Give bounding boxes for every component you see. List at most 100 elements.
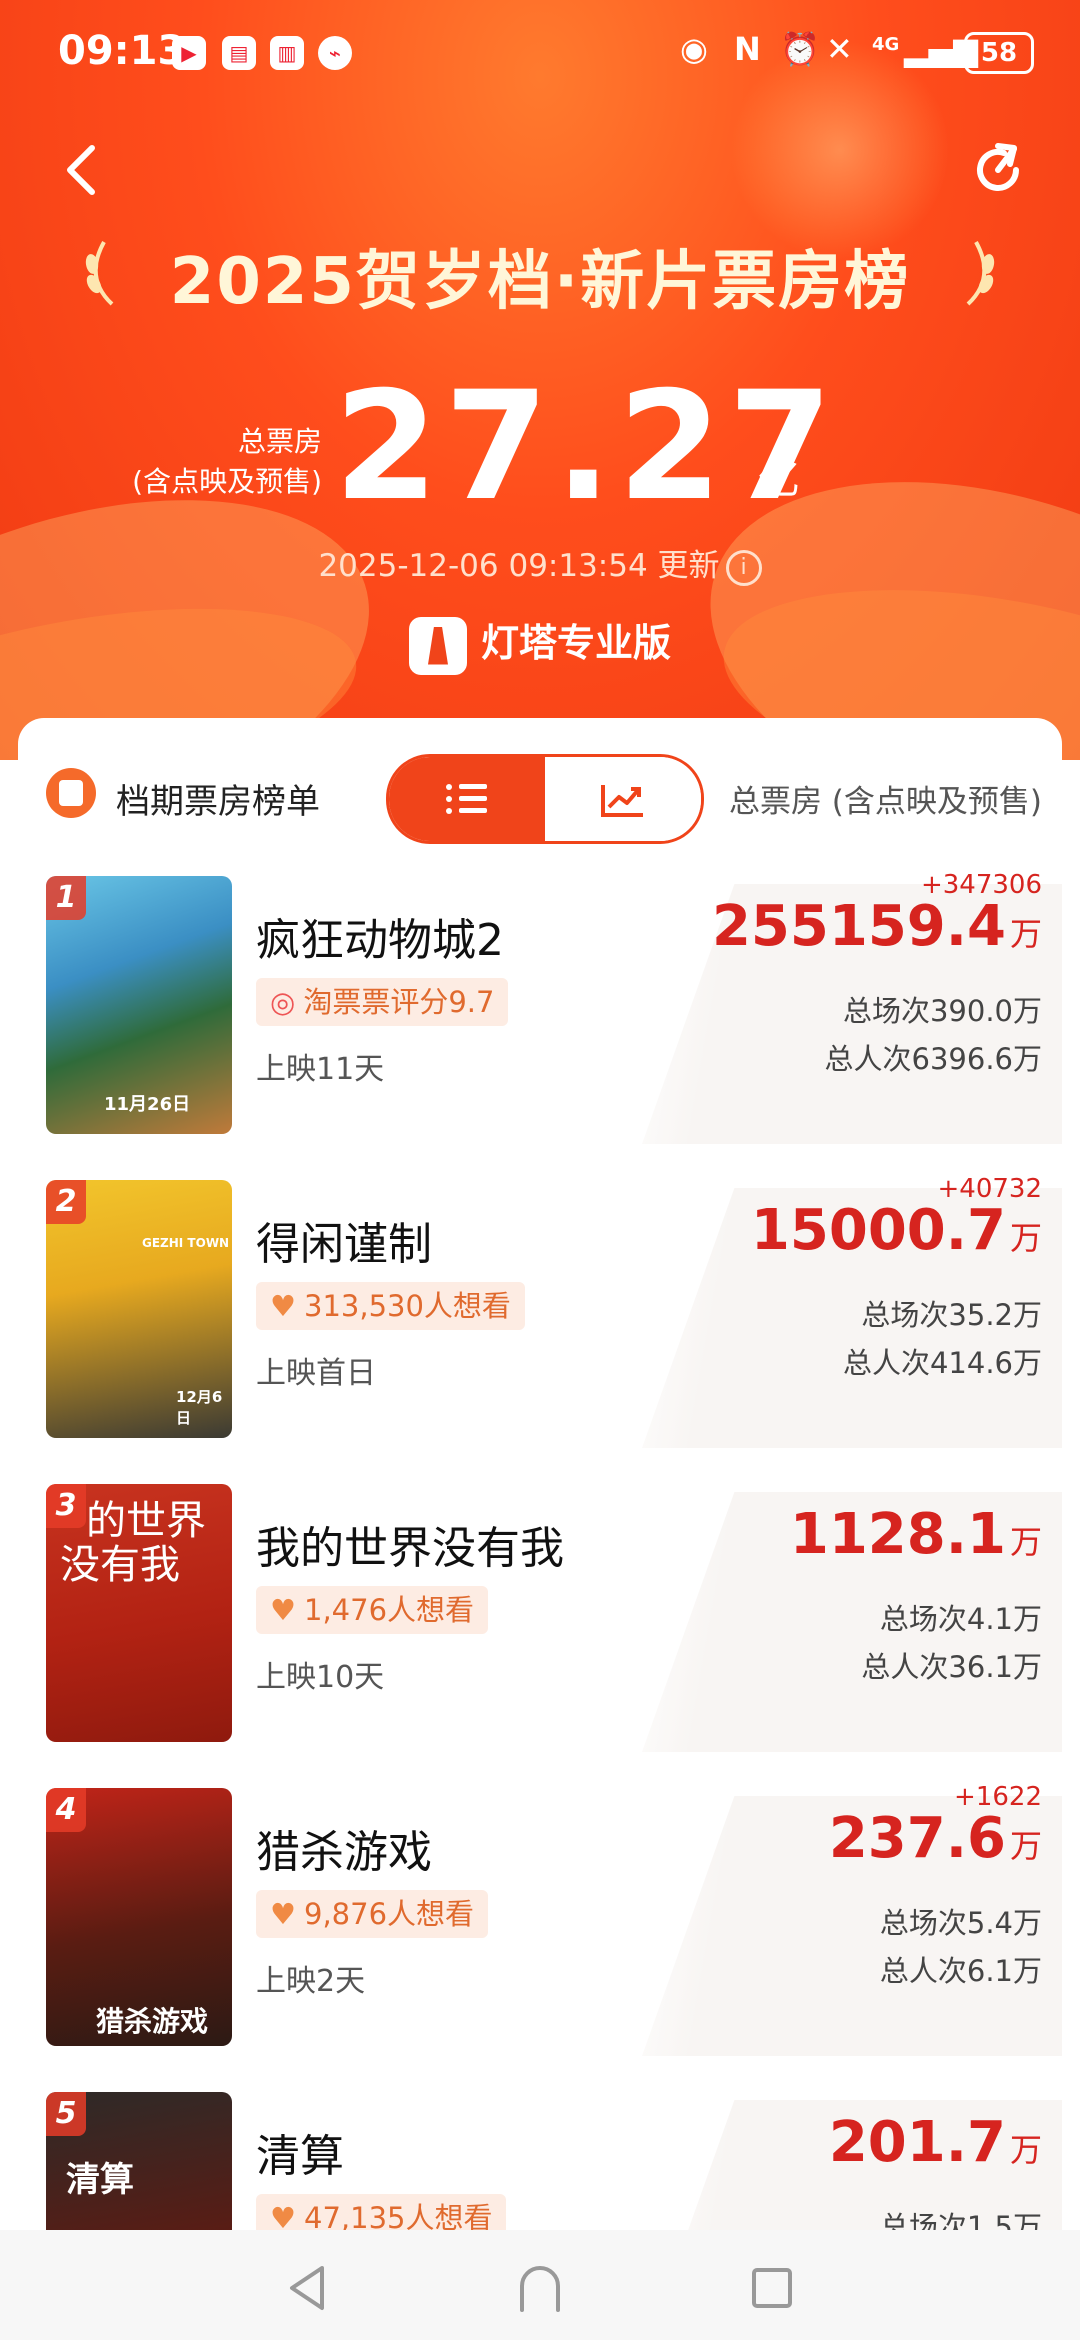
rank-badge: 4	[46, 1788, 86, 1832]
box-unit: 万	[1009, 915, 1042, 953]
trend-chart-icon	[601, 785, 643, 817]
box-unit: 万	[1009, 2131, 1042, 2169]
alarm-icon: ⏰	[780, 30, 820, 68]
total-label-main: 总票房	[237, 425, 322, 458]
movie-row[interactable]: 4 猎杀游戏 猎杀游戏 ♥ 9,876人想看 上映2天 +1622 237.6 万 …	[18, 1776, 1062, 2076]
total-label-sub: (含点映及预售)	[132, 465, 322, 498]
release-days: 上映11天	[256, 1052, 385, 1087]
update-time-row: 2025-12-06 09:13:54 更新 i	[0, 540, 1080, 586]
total-admissions: 总人次6396.6万	[824, 1042, 1042, 1076]
eye-icon: ◉	[680, 30, 708, 68]
movie-poster[interactable]: 4 猎杀游戏	[46, 1788, 232, 2046]
ranking-card: 档期票房榜单 总票房 (含点映及预售) 1 11月26日 疯狂动物城2 ◎ 淘票…	[18, 718, 1062, 2238]
box-office-value: 255159.4 万	[712, 894, 1042, 959]
box-office-value: 237.6 万	[829, 1806, 1042, 1871]
brand-name: 灯塔专业版	[480, 621, 671, 665]
want-to-see-count: 313,530人想看	[304, 1289, 511, 1323]
movie-row[interactable]: 2 GEZHI TOWN 12月6日 得闲谨制 ♥ 313,530人想看 上映首日…	[18, 1168, 1062, 1468]
movie-poster[interactable]: 5 清算	[46, 2092, 232, 2238]
total-label: 总票房 (含点映及预售)	[130, 422, 322, 502]
box-number: 1128.1	[789, 1502, 1006, 1567]
share-icon[interactable]	[968, 140, 1028, 200]
total-shows: 总场次4.1万	[879, 1602, 1042, 1636]
heart-icon: ♥	[270, 1289, 296, 1323]
page-title: 2025贺岁档·新片票房榜	[169, 245, 911, 319]
nav-recents-icon[interactable]	[742, 2258, 802, 2318]
want-to-see-count: 9,876人想看	[304, 1897, 475, 1931]
rank-badge: 1	[46, 876, 86, 920]
chart-view-button[interactable]	[545, 757, 701, 841]
network-label: 4G	[872, 34, 900, 55]
movie-title: 猎杀游戏	[256, 1827, 432, 1878]
lighthouse-logo-icon	[408, 616, 467, 675]
poster-title: 没有我	[60, 1542, 180, 1588]
want-to-see-tag: ♥ 9,876人想看	[256, 1890, 489, 1938]
film-icon	[46, 768, 96, 818]
heart-icon: ♥	[270, 1593, 296, 1627]
total-shows: 总场次390.0万	[842, 994, 1042, 1028]
poster-date: 12月6日	[176, 1388, 223, 1427]
box-unit: 万	[1009, 1827, 1042, 1865]
total-unit: 亿	[758, 455, 801, 504]
update-time: 2025-12-06 09:13:54 更新	[318, 548, 720, 584]
release-days: 上映10天	[256, 1660, 385, 1695]
total-shows: 总场次35.2万	[861, 1298, 1042, 1332]
movie-row[interactable]: 1 11月26日 疯狂动物城2 ◎ 淘票票评分9.7 上映11天 +347306 …	[18, 864, 1062, 1164]
rating-tag: ◎ 淘票票评分9.7	[256, 978, 509, 1026]
poster-title: 猎杀游戏	[96, 2005, 209, 2038]
want-to-see-tag: ♥ 313,530人想看	[256, 1282, 525, 1330]
nav-home-icon[interactable]	[510, 2258, 570, 2318]
box-number: 201.7	[828, 2110, 1006, 2175]
movie-title: 得闲谨制	[256, 1219, 432, 1270]
status-time: 09:13	[58, 28, 186, 74]
rating-text: 淘票票评分9.7	[303, 985, 495, 1019]
box-office-value: 201.7 万	[829, 2110, 1042, 2175]
poster-title: GEZHI TOWN	[142, 1236, 230, 1250]
movie-title: 清算	[256, 2131, 344, 2182]
movie-poster[interactable]: 2 GEZHI TOWN 12月6日	[46, 1180, 232, 1438]
app-notification-icon: ⌁	[318, 36, 352, 70]
movie-poster[interactable]: 1 11月26日	[46, 876, 232, 1134]
book-notification-icon: ▤	[222, 36, 256, 70]
box-number: 15000.7	[750, 1198, 1006, 1263]
info-icon[interactable]: i	[725, 549, 762, 586]
view-toggle	[386, 754, 704, 844]
movie-poster[interactable]: 3 的世界 没有我	[46, 1484, 232, 1742]
nav-back-icon[interactable]	[278, 2258, 338, 2318]
box-office-value: 1128.1 万	[790, 1502, 1042, 1567]
total-box-office: 总票房 (含点映及预售) 27.27 亿	[0, 360, 1080, 534]
total-admissions: 总人次36.1万	[861, 1650, 1042, 1684]
nfc-icon: N	[734, 30, 761, 68]
laurel-right-icon	[966, 241, 995, 306]
box-number: 237.6	[828, 1806, 1006, 1871]
column-label: 总票房 (含点映及预售)	[728, 784, 1042, 820]
movie-title: 疯狂动物城2	[256, 915, 504, 966]
list-icon	[446, 784, 487, 814]
list-title: 档期票房榜单	[116, 782, 320, 822]
box-unit: 万	[1009, 1219, 1042, 1257]
release-days: 上映首日	[256, 1356, 376, 1391]
list-view-button[interactable]	[389, 757, 545, 841]
battery-indicator: 58	[964, 32, 1034, 74]
system-nav-bar	[0, 2230, 1080, 2340]
box-office-value: 15000.7 万	[751, 1198, 1042, 1263]
book-notification-icon: ▥	[270, 36, 304, 70]
movie-row[interactable]: 5 清算 清算 ♥ 47,135人想看 201.7 万 总场次1.5万	[18, 2080, 1062, 2238]
rank-badge: 2	[46, 1180, 86, 1224]
rank-badge: 3	[46, 1484, 86, 1528]
rank-badge: 5	[46, 2092, 86, 2136]
movie-row[interactable]: 3 的世界 没有我 我的世界没有我 ♥ 1,476人想看 上映10天 1128.1…	[18, 1472, 1062, 1772]
back-arrow-icon[interactable]	[54, 140, 114, 200]
header-banner: 09:13 ▶ ▤ ▥ ⌁ ◉ N ⏰ ✕ 4G ▂▄▆ 58 2025贺岁档·…	[0, 0, 1080, 760]
release-days: 上映2天	[256, 1964, 366, 1999]
box-number: 255159.4	[711, 894, 1006, 959]
brand-row: 灯塔专业版	[0, 612, 1080, 675]
movie-title: 我的世界没有我	[256, 1523, 564, 1574]
glasses-icon: ◎	[270, 985, 296, 1019]
box-unit: 万	[1009, 1523, 1042, 1561]
total-admissions: 总人次6.1万	[879, 1954, 1042, 1988]
status-bar: 09:13 ▶ ▤ ▥ ⌁ ◉ N ⏰ ✕ 4G ▂▄▆ 58	[0, 0, 1080, 105]
list-header: 档期票房榜单 总票房 (含点映及预售)	[18, 718, 1062, 844]
poster-date: 11月26日	[104, 1094, 191, 1115]
app-notification-icon: ▶	[172, 36, 206, 70]
